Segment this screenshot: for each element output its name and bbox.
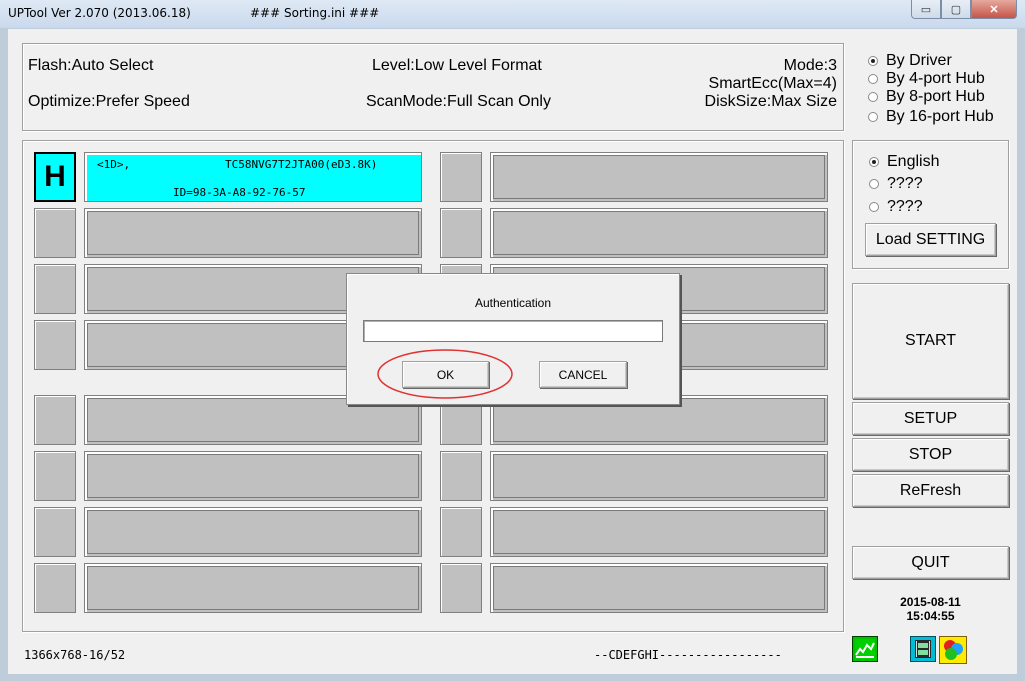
- port-slot[interactable]: [490, 208, 828, 258]
- window-title: UPTool Ver 2.070 (2013.06.18): [8, 6, 191, 20]
- radio-dot-icon: [869, 202, 879, 212]
- info-panel: Flash:Auto Select Optimize:Prefer Speed …: [22, 43, 844, 131]
- port-indicator: [34, 320, 76, 370]
- port-slot[interactable]: [84, 451, 422, 501]
- cancel-button[interactable]: CANCEL: [539, 361, 627, 388]
- film-icon[interactable]: [910, 636, 936, 662]
- radio-dot-icon: [868, 74, 878, 84]
- port-indicator: [440, 208, 482, 258]
- dialog-title: Authentication: [474, 296, 552, 310]
- authentication-dialog: Authentication OK CANCEL: [346, 273, 680, 405]
- port-indicator: [34, 208, 76, 258]
- disksize-label: DiskSize:Max Size: [704, 93, 837, 110]
- stop-button[interactable]: STOP: [852, 438, 1009, 471]
- authentication-input[interactable]: [363, 320, 663, 342]
- refresh-button[interactable]: ReFresh: [852, 474, 1009, 507]
- ok-highlight-ellipse: [377, 349, 513, 399]
- close-icon: ✕: [989, 3, 999, 16]
- color-palette-icon[interactable]: [939, 636, 967, 664]
- port-slot[interactable]: [490, 152, 828, 202]
- port-indicator: [34, 563, 76, 613]
- scanmode-label: ScanMode:Full Scan Only: [366, 93, 551, 110]
- port-slot[interactable]: [84, 563, 422, 613]
- port-slot[interactable]: [490, 507, 828, 557]
- port-indicator: [34, 395, 76, 445]
- load-setting-button[interactable]: Load SETTING: [865, 223, 996, 256]
- level-label: Level:Low Level Format: [372, 57, 542, 74]
- radio-by-driver[interactable]: By Driver: [868, 52, 952, 70]
- port-indicator: [440, 507, 482, 557]
- port-indicator: [34, 451, 76, 501]
- port-slot[interactable]: [84, 208, 422, 258]
- language-panel: English ???? ???? Load SETTING: [852, 140, 1009, 269]
- port-slot-active[interactable]: <1D>, TC58NVG7T2JTA00(eD3.8K) ID=98-3A-A…: [84, 152, 422, 202]
- window-subtitle: ### Sorting.ini ###: [250, 6, 380, 20]
- port-slot-line1-right: TC58NVG7T2JTA00(eD3.8K): [225, 158, 378, 171]
- time-text: 15:04:55: [906, 609, 955, 623]
- radio-dot-icon: [869, 157, 879, 167]
- radio-dot-icon: [869, 179, 879, 189]
- port-indicator-active: H: [34, 152, 76, 202]
- date-text: 2015-08-11: [900, 595, 961, 609]
- port-indicator: [440, 152, 482, 202]
- port-slot-line2: ID=98-3A-A8-92-76-57: [173, 186, 306, 199]
- port-indicator: [440, 563, 482, 613]
- radio-dot-icon: [868, 56, 878, 66]
- port-indicator: [34, 264, 76, 314]
- radio-dot-icon: [868, 112, 878, 122]
- optimize-label: Optimize:Prefer Speed: [28, 93, 190, 110]
- port-slot[interactable]: [490, 563, 828, 613]
- flash-label: Flash:Auto Select: [28, 57, 154, 74]
- radio-language-english[interactable]: English: [869, 153, 939, 171]
- maximize-button[interactable]: ▢: [941, 0, 971, 19]
- title-bar[interactable]: UPTool Ver 2.070 (2013.06.18) ### Sortin…: [0, 0, 1025, 28]
- port-indicator: [440, 451, 482, 501]
- quit-button[interactable]: QUIT: [852, 546, 1009, 579]
- radio-by-8-port-hub[interactable]: By 8-port Hub: [868, 88, 985, 106]
- datetime-display: 2015-08-11 15:04:55: [852, 595, 1009, 623]
- resolution-status: 1366x768-16/52: [24, 648, 126, 662]
- close-button[interactable]: ✕: [971, 0, 1017, 19]
- mode-label: Mode:3: [783, 57, 837, 74]
- smartecc-label: SmartEcc(Max=4): [708, 75, 837, 92]
- radio-dot-icon: [868, 92, 878, 102]
- setup-button[interactable]: SETUP: [852, 402, 1009, 435]
- port-slot[interactable]: [490, 451, 828, 501]
- maximize-icon: ▢: [950, 3, 962, 16]
- minimize-icon: ▭: [920, 3, 932, 16]
- port-slot-line1-left: <1D>,: [97, 158, 131, 171]
- radio-language-3[interactable]: ????: [869, 198, 923, 216]
- radio-by-4-port-hub[interactable]: By 4-port Hub: [868, 70, 985, 88]
- radio-by-16-port-hub[interactable]: By 16-port Hub: [868, 108, 994, 126]
- minimize-button[interactable]: ▭: [911, 0, 941, 19]
- drive-letters-status: --CDEFGHI-----------------: [594, 648, 782, 662]
- port-slot[interactable]: [84, 507, 422, 557]
- start-button[interactable]: START: [852, 283, 1009, 399]
- radio-language-2[interactable]: ????: [869, 175, 923, 193]
- port-indicator: [34, 507, 76, 557]
- chart-icon[interactable]: [852, 636, 878, 662]
